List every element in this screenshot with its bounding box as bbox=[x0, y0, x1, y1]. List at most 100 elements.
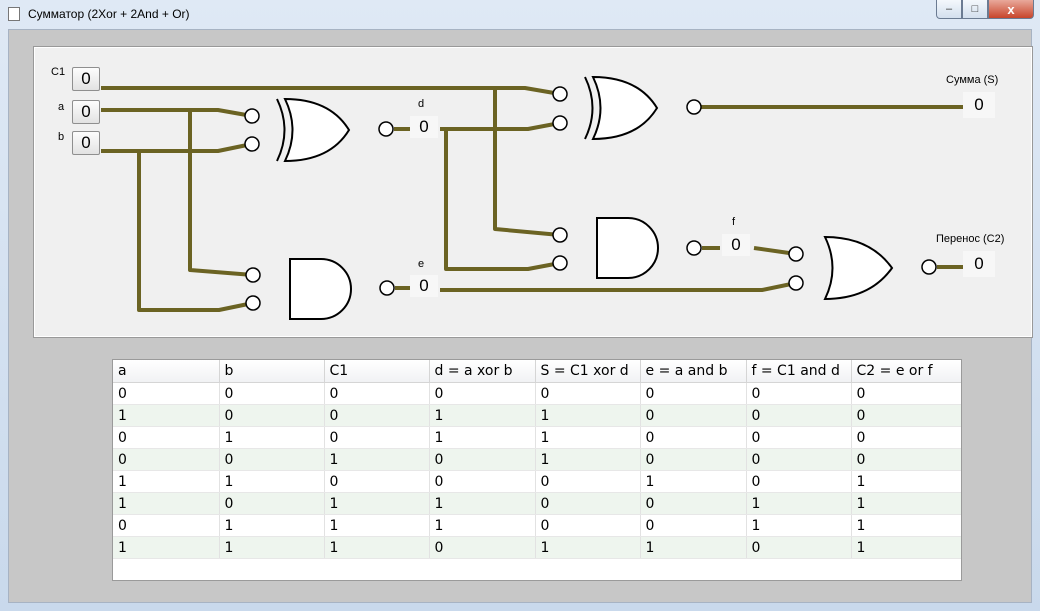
node-value-d: 0 bbox=[410, 116, 438, 138]
input-label-b: b bbox=[58, 131, 65, 143]
table-row[interactable]: 00101000 bbox=[113, 448, 961, 471]
table-cell: 1 bbox=[535, 426, 641, 449]
table-cell: 0 bbox=[535, 382, 641, 405]
pin-and1-in1[interactable] bbox=[245, 267, 261, 283]
input-button-c1[interactable]: 0 bbox=[72, 67, 100, 91]
input-label-a: a bbox=[58, 101, 65, 113]
node-label-e: e bbox=[418, 258, 425, 270]
table-cell: 1 bbox=[851, 492, 961, 515]
table-row[interactable]: 01011000 bbox=[113, 426, 961, 449]
table-cell: 0 bbox=[640, 492, 747, 515]
table-cell: 0 bbox=[219, 382, 325, 405]
table-cell: 0 bbox=[851, 426, 961, 449]
table-cell: 1 bbox=[219, 426, 325, 449]
table-cell: 0 bbox=[640, 448, 747, 471]
wire-e-to-or bbox=[440, 281, 797, 292]
table-row[interactable]: 11000101 bbox=[113, 470, 961, 493]
table-cell: 1 bbox=[535, 448, 641, 471]
table-cell: 1 bbox=[113, 470, 220, 493]
xor-gate-1[interactable] bbox=[283, 97, 351, 163]
table-cell: 0 bbox=[219, 448, 325, 471]
table-cell: 1 bbox=[219, 470, 325, 493]
wire-a-to-and1 bbox=[188, 110, 254, 277]
pin-or-in1[interactable] bbox=[788, 246, 804, 262]
column-header[interactable]: S = C1 xor d bbox=[535, 360, 641, 383]
xor-gate-2-back bbox=[584, 76, 594, 140]
table-cell: 0 bbox=[219, 492, 325, 515]
table-cell: 0 bbox=[851, 382, 961, 405]
table-cell: 1 bbox=[851, 514, 961, 537]
wire-b-to-and1 bbox=[137, 151, 254, 312]
wire-c1-to-and2 bbox=[493, 88, 561, 237]
table-cell: 0 bbox=[746, 448, 852, 471]
pin-xor1-out[interactable] bbox=[378, 121, 394, 137]
input-button-a[interactable]: 0 bbox=[72, 100, 100, 124]
table-cell: 0 bbox=[219, 404, 325, 427]
column-header[interactable]: a bbox=[113, 360, 220, 383]
table-cell: 1 bbox=[746, 514, 852, 537]
node-value-e: 0 bbox=[410, 275, 438, 297]
table-cell: 0 bbox=[113, 448, 220, 471]
table-cell: 0 bbox=[746, 382, 852, 405]
table-cell: 0 bbox=[640, 426, 747, 449]
table-cell: 0 bbox=[113, 382, 220, 405]
table-cell: 0 bbox=[746, 470, 852, 493]
column-header[interactable]: d = a xor b bbox=[429, 360, 536, 383]
table-cell: 0 bbox=[113, 514, 220, 537]
table-cell: 1 bbox=[113, 492, 220, 515]
pin-and2-out[interactable] bbox=[686, 240, 702, 256]
pin-or-out[interactable] bbox=[921, 259, 937, 275]
and-gate-2[interactable] bbox=[596, 217, 659, 279]
column-header[interactable]: b bbox=[219, 360, 325, 383]
pin-or-in2[interactable] bbox=[788, 275, 804, 291]
pin-xor1-in2[interactable] bbox=[244, 136, 260, 152]
table-row[interactable]: 01110011 bbox=[113, 514, 961, 537]
xor-gate-2[interactable] bbox=[591, 75, 659, 141]
table-cell: 0 bbox=[535, 470, 641, 493]
wire-d-to-xor2 bbox=[440, 121, 561, 131]
input-button-b[interactable]: 0 bbox=[72, 131, 100, 155]
pin-and1-in2[interactable] bbox=[245, 295, 261, 311]
table-cell: 1 bbox=[113, 404, 220, 427]
pin-and2-in1[interactable] bbox=[552, 227, 568, 243]
and-gate-1[interactable] bbox=[289, 258, 352, 320]
table-row[interactable]: 00000000 bbox=[113, 382, 961, 405]
column-header[interactable]: e = a and b bbox=[640, 360, 747, 383]
table-cell: 1 bbox=[851, 470, 961, 493]
node-label-d: d bbox=[418, 98, 425, 110]
table-cell: 1 bbox=[324, 514, 430, 537]
or-gate[interactable] bbox=[823, 235, 894, 301]
table-cell: 0 bbox=[324, 382, 430, 405]
table-cell: 1 bbox=[324, 492, 430, 515]
table-cell: 1 bbox=[851, 536, 961, 559]
pin-xor2-in1[interactable] bbox=[552, 86, 568, 102]
table-cell: 1 bbox=[640, 536, 747, 559]
table-cell: 1 bbox=[746, 492, 852, 515]
table-body: 0000000010011000010110000010100011000101… bbox=[113, 382, 961, 559]
table-cell: 1 bbox=[429, 426, 536, 449]
pin-xor2-in2[interactable] bbox=[552, 115, 568, 131]
table-cell: 0 bbox=[324, 426, 430, 449]
table-row[interactable]: 10011000 bbox=[113, 404, 961, 427]
table-row[interactable]: 11101101 bbox=[113, 536, 961, 559]
column-header[interactable]: f = C1 and d bbox=[746, 360, 852, 383]
table-cell: 0 bbox=[746, 404, 852, 427]
table-row[interactable]: 10110011 bbox=[113, 492, 961, 515]
pin-and2-in2[interactable] bbox=[552, 255, 568, 271]
wire-b-main bbox=[101, 142, 253, 153]
xor-gate-1-back bbox=[276, 98, 286, 162]
table-cell: 0 bbox=[429, 470, 536, 493]
column-header[interactable]: C1 bbox=[324, 360, 430, 383]
wire-a-main bbox=[101, 108, 253, 118]
truth-table[interactable]: a b C1 d = a xor b S = C1 xor d e = a an… bbox=[112, 359, 962, 581]
table-cell: 1 bbox=[324, 536, 430, 559]
table-cell: 0 bbox=[535, 492, 641, 515]
output-label-carry: Перенос (C2) bbox=[936, 233, 1005, 245]
column-header[interactable]: C2 = e or f bbox=[851, 360, 961, 383]
pin-xor2-out[interactable] bbox=[686, 99, 702, 115]
table-cell: 1 bbox=[113, 536, 220, 559]
table-cell: 0 bbox=[746, 536, 852, 559]
table-cell: 1 bbox=[219, 514, 325, 537]
pin-xor1-in1[interactable] bbox=[244, 108, 260, 124]
pin-and1-out[interactable] bbox=[379, 280, 395, 296]
